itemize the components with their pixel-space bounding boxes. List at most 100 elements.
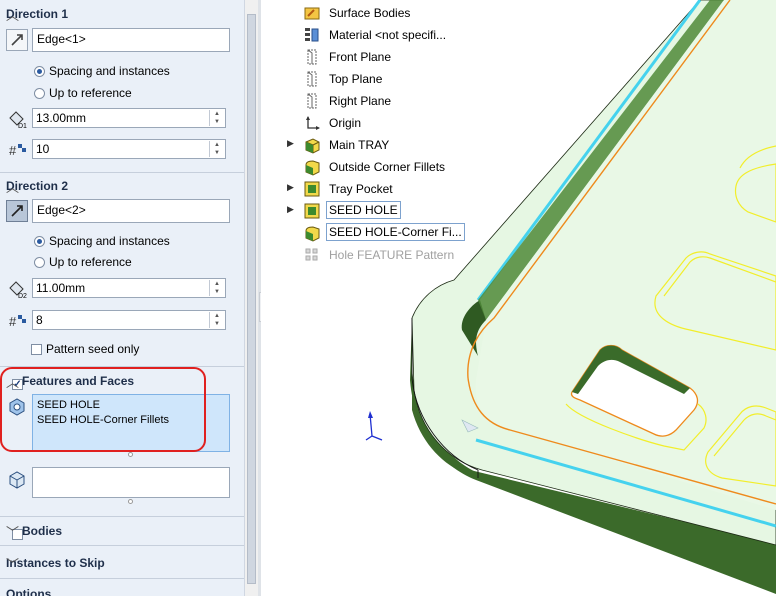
svg-text:#: # <box>9 143 17 158</box>
tree-item-label: Front Plane <box>329 50 392 64</box>
bodies-header[interactable]: Bodies ﹀ <box>0 519 244 543</box>
radio-unselected-icon <box>34 257 45 268</box>
options-header[interactable]: Options <box>0 582 244 596</box>
origin-triad-icon <box>365 411 383 441</box>
radio-selected-icon <box>34 236 45 247</box>
direction2-radio-spacing[interactable]: Spacing and instances <box>34 234 170 248</box>
direction1-edge-field[interactable]: Edge<1> <box>32 28 230 52</box>
spinner-arrows-icon[interactable]: ▲ ▼ <box>209 110 224 126</box>
tree-item-seed-hole[interactable]: ▶ SEED HOLE <box>281 201 481 221</box>
material-icon <box>303 26 321 44</box>
tree-item-label: Tray Pocket <box>329 182 393 196</box>
extrude-icon <box>303 136 321 154</box>
expand-arrow-icon[interactable]: ▶ <box>287 204 294 215</box>
section-divider <box>0 516 244 517</box>
tree-item-label: Main TRAY <box>329 138 390 152</box>
tree-item-material[interactable]: Material <not specifi... <box>281 25 481 45</box>
pattern-seed-only-label: Pattern seed only <box>46 342 140 356</box>
faces-to-pattern-icon <box>7 469 29 491</box>
tree-item-right-plane[interactable]: Right Plane <box>281 91 481 111</box>
panel-scrollbar[interactable] <box>244 0 259 596</box>
list-item[interactable]: SEED HOLE <box>37 398 225 413</box>
direction2-radio-reference[interactable]: Up to reference <box>34 255 132 269</box>
spacing-d1-icon-text: D1 <box>18 123 27 130</box>
features-faces-header[interactable]: ✓ Features and Faces ︿ <box>0 369 244 393</box>
direction2-edge-field[interactable]: Edge<2> <box>32 199 230 223</box>
direction1-header[interactable]: Direction 1 ︿ <box>0 2 244 26</box>
section-divider <box>0 366 244 367</box>
radio-selected-icon <box>34 66 45 77</box>
chevron-up-icon[interactable]: ︿ <box>6 372 234 391</box>
spinner-arrows-icon[interactable]: ▲ ▼ <box>209 141 224 157</box>
graphics-viewport[interactable] <box>261 0 776 596</box>
direction1-spacing-value: 13.00mm <box>36 111 87 125</box>
direction2-instances-value: 8 <box>36 313 43 327</box>
fillet-icon <box>303 158 321 176</box>
direction1-radio-spacing-label: Spacing and instances <box>49 64 170 78</box>
plane-icon <box>303 48 321 66</box>
tree-item-label: Top Plane <box>329 72 383 86</box>
instances-icon: # <box>6 139 28 161</box>
direction1-spacing-input[interactable]: 13.00mm ▲ ▼ <box>32 108 226 128</box>
tree-item-top-plane[interactable]: Top Plane <box>281 69 481 89</box>
instances-icon: # <box>6 310 28 332</box>
list-item[interactable]: SEED HOLE-Corner Fillets <box>37 413 225 428</box>
tree-item-label: Surface Bodies <box>329 6 411 20</box>
tree-item-label: SEED HOLE <box>326 201 401 219</box>
linear-pattern-icon <box>303 246 321 264</box>
cut-extrude-icon <box>303 180 321 198</box>
section-divider <box>0 545 244 546</box>
direction1-instances-input[interactable]: 10 ▲ ▼ <box>32 139 226 159</box>
chevron-up-icon[interactable]: ︿ <box>6 5 234 24</box>
plane-icon <box>303 92 321 110</box>
tree-item-origin[interactable]: Origin <box>281 113 481 133</box>
instances-to-skip-header[interactable]: Instances to Skip ﹀ <box>0 551 244 575</box>
section-divider <box>0 172 244 173</box>
tree-item-outside-corner-fillets[interactable]: Outside Corner Fillets <box>281 157 481 177</box>
direction-arrow-icon[interactable] <box>6 29 28 51</box>
spacing-d1-icon: D1 <box>6 108 28 130</box>
direction-arrow-icon[interactable] <box>6 200 28 222</box>
features-to-pattern-icon <box>7 396 29 418</box>
spinner-arrows-icon[interactable]: ▲ ▼ <box>209 312 224 328</box>
tree-item-front-plane[interactable]: Front Plane <box>281 47 481 67</box>
scrollbar-thumb[interactable] <box>247 14 256 584</box>
tree-item-main-tray[interactable]: ▶ Main TRAY <box>281 135 481 155</box>
direction1-instances-value: 10 <box>36 142 50 156</box>
spacing-d2-icon-text: D2 <box>18 293 27 300</box>
tree-item-seed-hole-corner-fillets[interactable]: SEED HOLE-Corner Fi... <box>281 223 481 243</box>
chevron-up-icon[interactable]: ︿ <box>6 177 234 196</box>
surface-bodies-folder-icon <box>303 4 321 22</box>
features-faces-list[interactable]: SEED HOLE SEED HOLE-Corner Fillets <box>32 394 230 452</box>
direction2-header[interactable]: Direction 2 ︿ <box>0 174 244 198</box>
pattern-seed-only-checkbox[interactable]: Pattern seed only <box>31 342 139 356</box>
tree-item-hole-feature-pattern[interactable]: Hole FEATURE Pattern <box>281 245 481 265</box>
expand-arrow-icon[interactable]: ▶ <box>287 182 294 193</box>
direction2-spacing-input[interactable]: 11.00mm ▲ ▼ <box>32 278 226 298</box>
direction1-radio-spacing[interactable]: Spacing and instances <box>34 64 170 78</box>
checkbox-unchecked-icon <box>31 344 42 355</box>
direction2-radio-reference-label: Up to reference <box>49 255 132 269</box>
chevron-down-icon[interactable]: ﹀ <box>6 554 234 573</box>
tree-item-label: SEED HOLE-Corner Fi... <box>326 223 465 241</box>
direction1-radio-reference[interactable]: Up to reference <box>34 86 132 100</box>
resize-handle-icon[interactable] <box>128 499 133 504</box>
tree-item-surface-bodies[interactable]: Surface Bodies <box>281 3 481 23</box>
direction1-radio-reference-label: Up to reference <box>49 86 132 100</box>
svg-text:#: # <box>9 314 17 329</box>
tree-item-label: Outside Corner Fillets <box>329 160 446 174</box>
spacing-d2-icon: D2 <box>6 278 28 300</box>
plane-icon <box>303 70 321 88</box>
tree-item-label: Hole FEATURE Pattern <box>329 248 455 262</box>
expand-arrow-icon[interactable]: ▶ <box>287 138 294 149</box>
tree-item-tray-pocket[interactable]: ▶ Tray Pocket <box>281 179 481 199</box>
chevron-down-icon[interactable]: ﹀ <box>6 522 234 541</box>
tree-item-label: Material <not specifi... <box>329 28 447 42</box>
direction2-instances-input[interactable]: 8 ▲ ▼ <box>32 310 226 330</box>
direction2-spacing-value: 11.00mm <box>36 281 86 295</box>
cut-extrude-icon <box>303 202 321 220</box>
tray-part-model[interactable] <box>261 0 776 596</box>
faces-selection-box[interactable] <box>32 467 230 498</box>
spinner-arrows-icon[interactable]: ▲ ▼ <box>209 280 224 296</box>
resize-handle-icon[interactable] <box>128 452 133 457</box>
